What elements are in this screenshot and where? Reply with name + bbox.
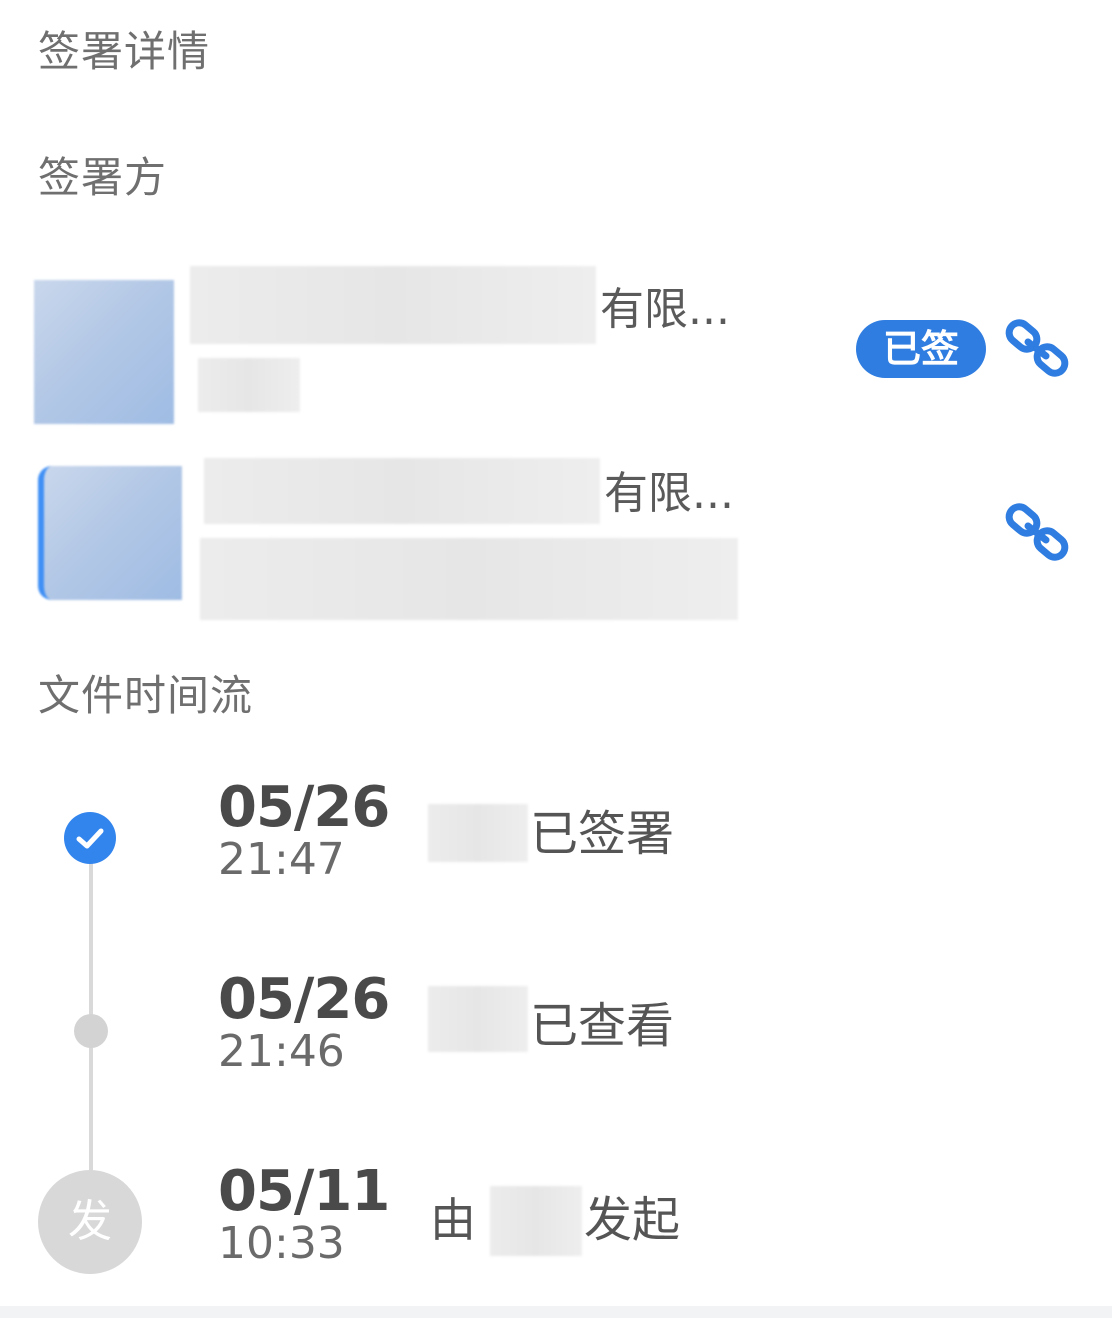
page-title: 签署详情 xyxy=(38,27,211,76)
link-icon[interactable] xyxy=(1002,496,1074,568)
bottom-divider xyxy=(0,1306,1112,1318)
avatar xyxy=(34,280,174,424)
redacted-signer-subtitle xyxy=(198,358,300,412)
timeline-item: 05/26 21:47 已签署 xyxy=(0,776,1112,916)
initiator-icon: 发 xyxy=(38,1170,142,1274)
redacted-actor-name xyxy=(428,986,528,1052)
timeline-section-title: 文件时间流 xyxy=(38,671,254,720)
signers-section-title: 签署方 xyxy=(38,153,168,202)
dot-icon xyxy=(74,1014,108,1048)
redacted-signer-name xyxy=(190,266,596,344)
signer-row: 有限... xyxy=(0,456,1112,626)
check-icon xyxy=(64,812,116,864)
redacted-signer-name xyxy=(204,458,600,524)
timeline-time: 21:47 xyxy=(218,834,345,885)
timeline-action: 发起 xyxy=(584,1192,681,1248)
timeline-date: 05/26 xyxy=(218,967,390,1032)
timeline-time: 21:46 xyxy=(218,1026,345,1077)
timeline-time: 10:33 xyxy=(218,1218,345,1269)
signer-row: 有限... 已签 xyxy=(0,262,1112,432)
timeline-item: 05/26 21:46 已查看 xyxy=(0,968,1112,1108)
timeline-action: 已查看 xyxy=(530,998,675,1054)
avatar xyxy=(38,466,182,600)
timeline-item: 发 05/11 10:33 由 发起 xyxy=(0,1160,1112,1300)
signer-name-suffix: 有限... xyxy=(604,468,734,519)
timeline-date: 05/26 xyxy=(218,775,390,840)
signer-name-suffix: 有限... xyxy=(600,284,730,335)
timeline-prefix: 由 xyxy=(430,1193,476,1247)
timeline-date: 05/11 xyxy=(218,1159,390,1224)
link-icon[interactable] xyxy=(1002,312,1074,384)
timeline-action: 已签署 xyxy=(530,806,675,862)
redacted-actor-name xyxy=(428,804,528,862)
redacted-signer-subtitle xyxy=(200,538,738,620)
status-badge: 已签 xyxy=(856,320,986,378)
redacted-actor-name xyxy=(490,1186,582,1256)
